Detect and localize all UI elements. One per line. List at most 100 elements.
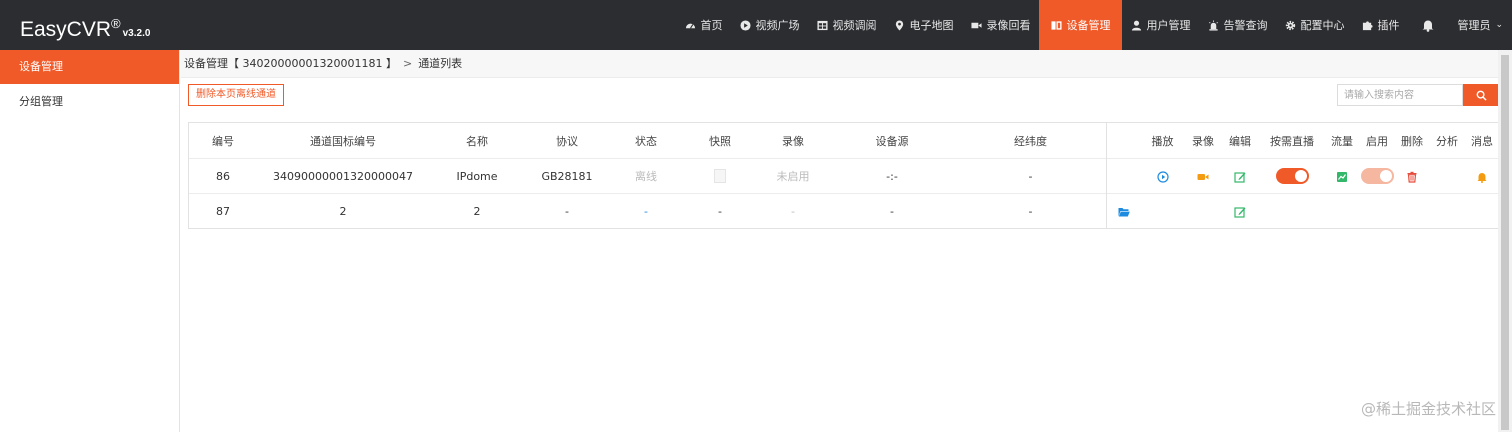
puzzle-icon	[1362, 20, 1373, 31]
scrollbar-thumb[interactable]	[1501, 55, 1509, 430]
record-button[interactable]	[1185, 170, 1221, 183]
main-nav: 首页 视频广场 视频调阅 电子地图 录像回看 设备管理 用户管理 告警查询 配置…	[676, 0, 1512, 50]
cell-snapshot	[683, 169, 757, 183]
play-circle-icon	[1156, 170, 1169, 183]
brand-reg-mark: ®	[111, 16, 121, 31]
table-row	[1107, 194, 1499, 229]
alarm-icon	[1208, 19, 1219, 31]
search-button[interactable]	[1463, 84, 1500, 106]
sidebar-item-group-management[interactable]: 分组管理	[0, 85, 179, 119]
on-demand-live-toggle[interactable]	[1259, 168, 1325, 184]
brand-logo[interactable]: EasyCVR®v3.2.0	[20, 12, 150, 46]
nav-item-home[interactable]: 首页	[676, 0, 731, 50]
toggle-switch	[1275, 168, 1309, 184]
main-content: 设备管理【 34020000001320001181 】 > 通道列表 删除本页离线…	[181, 50, 1500, 432]
nav-item-label: 视频广场	[755, 19, 800, 32]
enable-toggle[interactable]	[1359, 168, 1395, 184]
delete-offline-channels-button[interactable]: 删除本页离线通道	[188, 84, 284, 106]
breadcrumb-parent[interactable]: 设备管理【 34020000001320001181 】	[184, 57, 397, 70]
breadcrumb: 设备管理【 34020000001320001181 】 > 通道列表	[181, 50, 1498, 78]
table-row	[1107, 159, 1499, 194]
sidebar-item-device-management[interactable]: 设备管理	[0, 50, 179, 84]
cell-gb-id: 34090000001320000047	[273, 169, 413, 183]
cell-status: -	[644, 205, 648, 218]
video-camera-icon	[1197, 170, 1209, 183]
chevron-down-icon: ⌄	[1495, 20, 1503, 30]
channel-table-actions: 播放 录像 编辑 按需直播 流量 启用 删除 分析 消息	[1106, 123, 1499, 228]
play-button[interactable]	[1140, 170, 1185, 183]
nav-item-label: 录像回看	[986, 19, 1031, 32]
channel-table-main: 编号 通道国标编号 名称 协议 状态 快照 录像 设备源 经纬度 86 3409…	[189, 123, 1106, 229]
nav-item-alarm-query[interactable]: 告警查询	[1199, 0, 1276, 50]
edit-icon	[1234, 205, 1246, 218]
header-status: 状态	[635, 134, 657, 148]
header-protocol: 协议	[556, 134, 578, 148]
table-row: 86 34090000001320000047 IPdome GB28181 离…	[189, 159, 1106, 194]
map-marker-icon	[894, 19, 905, 31]
open-folder-button[interactable]	[1107, 205, 1140, 218]
vertical-scrollbar[interactable]	[1498, 50, 1512, 432]
header-name: 名称	[466, 134, 488, 148]
dashboard-icon	[685, 20, 696, 31]
bell-icon	[1421, 18, 1435, 32]
cell-name: IPdome	[456, 169, 498, 183]
play-circle-icon	[740, 19, 751, 31]
nav-item-label: 插件	[1377, 19, 1400, 32]
toolbar: 删除本页离线通道	[181, 78, 1500, 120]
search-input[interactable]	[1337, 84, 1463, 106]
nav-item-video-square[interactable]: 视频广场	[731, 0, 808, 50]
nav-item-label: 用户管理	[1146, 19, 1191, 32]
header-gb-id: 通道国标编号	[310, 134, 376, 148]
cell-name: 2	[473, 205, 481, 218]
nav-item-label: 设备管理	[1066, 19, 1111, 32]
device-icon	[1051, 20, 1062, 31]
cell-coordinates: -	[1028, 205, 1033, 218]
cell-coordinates: -	[1028, 169, 1033, 183]
nav-item-label: 视频调阅	[832, 19, 877, 32]
breadcrumb-separator: >	[402, 57, 413, 70]
edit-button[interactable]	[1221, 205, 1259, 218]
nav-item-video-review[interactable]: 视频调阅	[808, 0, 885, 50]
delete-button[interactable]	[1395, 170, 1429, 183]
nav-item-config-center[interactable]: 配置中心	[1276, 0, 1353, 50]
user-name: 管理员	[1457, 19, 1491, 32]
header-record-action: 录像	[1192, 134, 1214, 148]
nav-item-plugins[interactable]: 插件	[1353, 0, 1408, 50]
header-message: 消息	[1471, 134, 1493, 148]
video-camera-icon	[971, 20, 982, 31]
cell-number: 87	[216, 205, 230, 218]
cell-snapshot: -	[718, 205, 722, 218]
header-device-source: 设备源	[875, 134, 909, 148]
nav-item-device-management[interactable]: 设备管理	[1039, 0, 1123, 50]
user-icon	[1131, 20, 1142, 31]
watermark-text: @稀土掘金技术社区	[1360, 400, 1496, 418]
nav-item-user-management[interactable]: 用户管理	[1122, 0, 1199, 50]
header-on-demand-live: 按需直播	[1270, 134, 1314, 148]
cell-device-source: -	[890, 205, 894, 218]
brand-name: EasyCVR	[20, 18, 112, 41]
header-analysis: 分析	[1436, 134, 1458, 148]
header-traffic: 流量	[1331, 134, 1353, 148]
notification-bell[interactable]	[1408, 0, 1448, 50]
sidebar: 设备管理 分组管理	[0, 50, 180, 432]
nav-item-e-map[interactable]: 电子地图	[885, 0, 962, 50]
traffic-button[interactable]	[1325, 170, 1359, 183]
channel-table: 编号 通道国标编号 名称 协议 状态 快照 录像 设备源 经纬度 86 3409…	[188, 122, 1500, 229]
user-menu[interactable]: 管理员 ⌄	[1448, 0, 1512, 50]
toggle-switch	[1360, 168, 1394, 184]
cell-record: 未启用	[776, 170, 810, 183]
header-delete: 删除	[1401, 134, 1423, 148]
snapshot-thumbnail[interactable]	[714, 169, 726, 183]
search-icon	[1476, 86, 1487, 105]
table-header-row: 播放 录像 编辑 按需直播 流量 启用 删除 分析 消息	[1107, 123, 1499, 159]
nav-item-label: 配置中心	[1300, 19, 1345, 32]
trash-icon	[1406, 170, 1418, 183]
edit-button[interactable]	[1221, 170, 1259, 183]
header-snapshot: 快照	[709, 134, 731, 148]
table-header-row: 编号 通道国标编号 名称 协议 状态 快照 录像 设备源 经纬度	[189, 123, 1106, 159]
header-edit: 编辑	[1229, 134, 1251, 148]
message-button[interactable]	[1465, 170, 1499, 183]
nav-item-playback[interactable]: 录像回看	[962, 0, 1039, 50]
cell-protocol: -	[565, 205, 569, 218]
cell-gb-id: 2	[339, 205, 347, 218]
